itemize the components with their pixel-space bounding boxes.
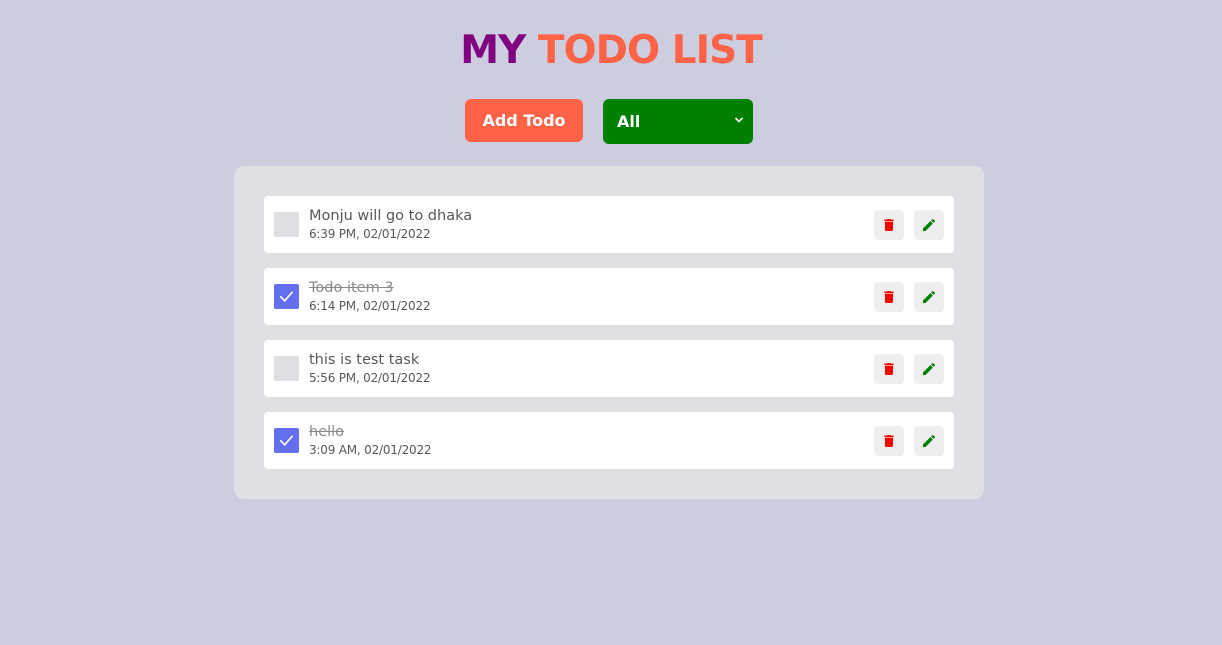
todo-time: 6:14 PM, 02/01/2022 xyxy=(309,299,431,313)
trash-icon xyxy=(884,363,894,375)
toolbar: Add Todo All xyxy=(465,99,753,144)
title-todo-list: TODO LIST xyxy=(537,28,763,73)
pencil-icon xyxy=(923,362,936,375)
todo-time: 3:09 AM, 02/01/2022 xyxy=(309,443,432,457)
page-title: MY TODO LIST xyxy=(0,28,1222,74)
todo-checkbox[interactable] xyxy=(274,212,299,237)
chevron-down-icon xyxy=(735,117,743,123)
delete-button[interactable] xyxy=(874,354,904,384)
todo-item: this is test task 5:56 PM, 02/01/2022 xyxy=(264,340,954,397)
pencil-icon xyxy=(923,218,936,231)
todo-title: hello xyxy=(309,424,345,440)
pencil-icon xyxy=(923,290,936,303)
check-icon xyxy=(279,435,294,446)
title-my: MY xyxy=(460,28,526,73)
todo-title: this is test task xyxy=(309,352,420,368)
todo-text: this is test task 5:56 PM, 02/01/2022 xyxy=(309,351,431,386)
add-todo-button[interactable]: Add Todo xyxy=(465,99,583,142)
todo-item: Monju will go to dhaka 6:39 PM, 02/01/20… xyxy=(264,196,954,253)
todo-text: Todo item 3 6:14 PM, 02/01/2022 xyxy=(309,279,431,314)
trash-icon xyxy=(884,291,894,303)
todo-item: hello 3:09 AM, 02/01/2022 xyxy=(264,412,954,469)
todo-text: hello 3:09 AM, 02/01/2022 xyxy=(309,423,432,458)
edit-button[interactable] xyxy=(914,354,944,384)
edit-button[interactable] xyxy=(914,282,944,312)
todo-list: Monju will go to dhaka 6:39 PM, 02/01/20… xyxy=(234,166,984,499)
todo-time: 5:56 PM, 02/01/2022 xyxy=(309,371,431,385)
todo-checkbox[interactable] xyxy=(274,356,299,381)
todo-checkbox[interactable] xyxy=(274,428,299,453)
delete-button[interactable] xyxy=(874,210,904,240)
filter-selected-value: All xyxy=(617,112,641,131)
status-filter-select[interactable]: All xyxy=(603,99,753,144)
edit-button[interactable] xyxy=(914,426,944,456)
check-icon xyxy=(279,291,294,302)
todo-checkbox[interactable] xyxy=(274,284,299,309)
delete-button[interactable] xyxy=(874,426,904,456)
trash-icon xyxy=(884,435,894,447)
todo-title: Todo item 3 xyxy=(309,280,394,296)
delete-button[interactable] xyxy=(874,282,904,312)
trash-icon xyxy=(884,219,894,231)
todo-title: Monju will go to dhaka xyxy=(309,208,473,224)
edit-button[interactable] xyxy=(914,210,944,240)
todo-text: Monju will go to dhaka 6:39 PM, 02/01/20… xyxy=(309,207,472,242)
todo-item: Todo item 3 6:14 PM, 02/01/2022 xyxy=(264,268,954,325)
pencil-icon xyxy=(923,434,936,447)
todo-time: 6:39 PM, 02/01/2022 xyxy=(309,227,431,241)
